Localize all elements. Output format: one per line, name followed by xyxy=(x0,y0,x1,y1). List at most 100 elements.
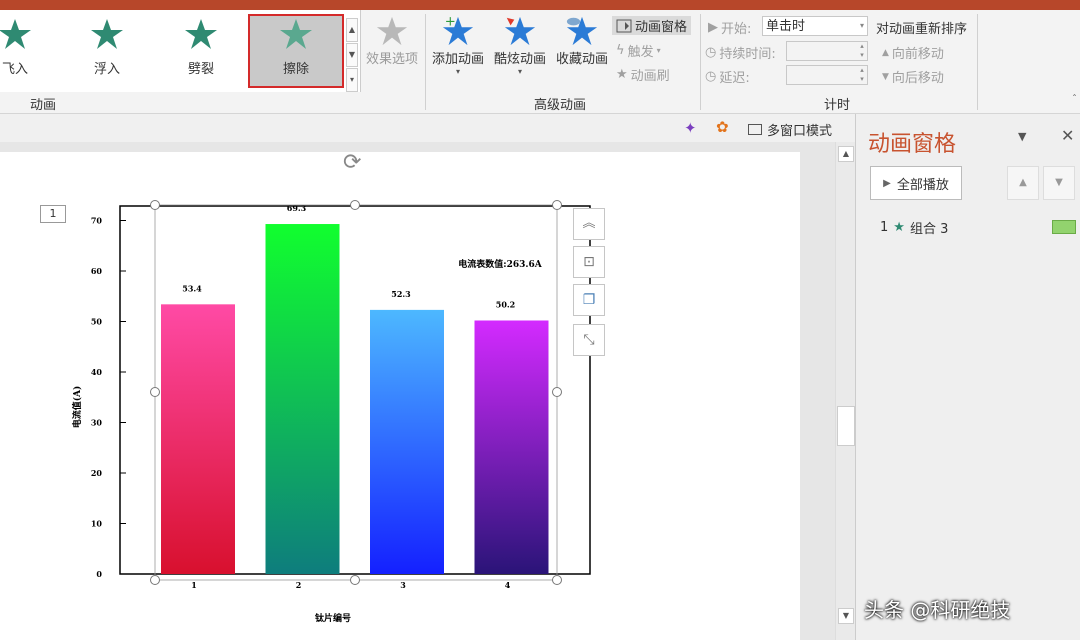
play-icon: ▶ xyxy=(883,177,891,189)
multiwindow-button[interactable]: 多窗口模式 xyxy=(748,120,832,139)
add-animation-icon: + xyxy=(442,14,474,46)
move-up-button[interactable]: ▲ xyxy=(1007,166,1039,200)
resize-handle[interactable] xyxy=(350,200,360,210)
dropdown-caret-icon: ▾ xyxy=(656,46,661,55)
x-tick-label: 2 xyxy=(296,580,302,590)
y-tick-label: 30 xyxy=(91,418,103,428)
scroll-up-icon[interactable]: ▲ xyxy=(838,146,854,162)
spinner-arrows-icon: ▴ ▾ xyxy=(860,66,864,83)
clock-icon: ◷ xyxy=(705,69,717,84)
resize-handle[interactable] xyxy=(150,575,160,585)
y-tick-label: 10 xyxy=(91,519,103,529)
start-select-value: 单击时 xyxy=(766,19,806,34)
animation-list-item[interactable]: 1 ★ 组合 3 xyxy=(880,218,948,237)
vertical-scrollbar[interactable]: ▲ ▼ xyxy=(835,142,856,640)
animation-pane-button[interactable]: 动画窗格 xyxy=(612,16,692,35)
cool-animation-button[interactable]: 酷炫动画 ▾ xyxy=(488,14,552,76)
scroll-thumb[interactable] xyxy=(837,406,855,446)
collapse-arrows-button[interactable]: ︽ xyxy=(573,208,605,240)
play-all-button[interactable]: ▶ 全部播放 xyxy=(870,166,962,200)
animation-gallery: 飞入 浮入 劈裂 擦除 ▲ ▼ ▾ xyxy=(0,10,361,92)
resize-handle[interactable] xyxy=(552,575,562,585)
resize-handle[interactable] xyxy=(150,200,160,210)
bar-chart[interactable]: 0 10 20 30 40 50 60 70 53.4 1 69.3 2 52.3 3 50.2 4 电流表… xyxy=(0,142,800,640)
target-icon: ⊡ xyxy=(583,254,595,270)
watermark: 头条 @科研绝技 xyxy=(864,598,1011,622)
gallery-item-wipe[interactable]: 擦除 xyxy=(248,14,344,88)
settings-flower-icon[interactable]: ✿ xyxy=(716,118,729,136)
animation-painter-button[interactable]: ★ 动画刷 xyxy=(616,65,670,84)
animation-pane: 动画窗格 ▼ ✕ ▶ 全部播放 ▲ ▼ 1 ★ 组合 3 xyxy=(855,114,1080,640)
bar-1[interactable] xyxy=(161,304,235,574)
animation-item-index: 1 xyxy=(880,220,889,235)
animation-pane-label: 动画窗格 xyxy=(635,20,688,35)
animation-pane-icon xyxy=(616,19,632,32)
move-later-label: 向后移动 xyxy=(891,71,944,86)
move-later-button[interactable]: ▼ 向后移动 xyxy=(882,67,944,86)
resize-handle[interactable] xyxy=(552,387,562,397)
view-toolbar: ✦ ✿ 多窗口模式 xyxy=(0,114,855,143)
title-bar-strip xyxy=(0,0,1080,10)
clock-icon: ◷ xyxy=(705,45,717,60)
play-icon: ▶ xyxy=(708,20,718,35)
gallery-item-fly-in[interactable]: 飞入 xyxy=(0,16,60,86)
animation-painter-icon: ★ xyxy=(616,67,628,82)
up-arrow-icon: ▲ xyxy=(882,47,889,58)
add-animation-label: 添加动画 xyxy=(431,52,484,67)
trigger-button[interactable]: ϟ 触发 ▾ xyxy=(616,41,661,60)
star-icon: ★ xyxy=(893,220,905,235)
animations-ribbon: 飞入 浮入 劈裂 擦除 ▲ ▼ ▾ 动画 效果选项 + 添加动画 ▾ 酷炫动画 xyxy=(0,10,1080,114)
gallery-item-split[interactable]: 劈裂 xyxy=(156,16,246,86)
bar-value-label: 52.3 xyxy=(391,289,411,299)
favorite-animation-label: 收藏动画 xyxy=(555,52,608,67)
resize-handle[interactable] xyxy=(350,575,360,585)
delay-field[interactable]: ▴ ▾ xyxy=(786,65,868,85)
add-animation-button[interactable]: + 添加动画 ▾ xyxy=(426,14,490,76)
start-select[interactable]: 单击时 ▾ xyxy=(762,16,868,36)
layers-icon: ❐ xyxy=(582,292,596,308)
arrange-button[interactable]: ❐ xyxy=(573,284,605,316)
gallery-item-label: 飞入 xyxy=(1,62,28,77)
fly-in-star-icon xyxy=(0,19,31,49)
x-tick-label: 1 xyxy=(191,580,197,590)
cool-animation-label: 酷炫动画 xyxy=(493,52,546,67)
close-icon[interactable]: ✕ xyxy=(1061,126,1074,145)
svg-text:+: + xyxy=(445,14,456,29)
collapse-ribbon-icon[interactable]: ˆ xyxy=(1072,94,1077,105)
resize-button[interactable]: ⤡ xyxy=(573,324,605,356)
scroll-down-icon[interactable]: ▼ xyxy=(838,608,854,624)
effect-options-button[interactable]: 效果选项 xyxy=(360,14,424,67)
rotate-handle-icon[interactable]: ⟳ xyxy=(343,150,361,175)
bar-value-label: 53.4 xyxy=(182,283,202,293)
gallery-item-label: 擦除 xyxy=(282,62,309,77)
magic-wand-icon[interactable]: ✦ xyxy=(684,119,697,137)
resize-handle[interactable] xyxy=(552,200,562,210)
gallery-expand[interactable]: ▾ xyxy=(346,68,358,92)
group-divider xyxy=(700,14,701,110)
gallery-scroll-up[interactable]: ▲ xyxy=(346,18,358,42)
favorite-animation-icon xyxy=(566,16,598,46)
bar-3[interactable] xyxy=(370,309,444,574)
duration-field[interactable]: ▴ ▾ xyxy=(786,41,868,61)
dropdown-caret-icon: ▾ xyxy=(455,67,460,76)
move-earlier-button[interactable]: ▲ 向前移动 xyxy=(882,43,944,62)
pane-menu-icon[interactable]: ▼ xyxy=(1018,130,1026,143)
move-down-button[interactable]: ▼ xyxy=(1043,166,1075,200)
delay-label-text: 延迟: xyxy=(719,71,750,86)
group-label-animation: 动画 xyxy=(30,98,57,113)
gallery-item-float-in[interactable]: 浮入 xyxy=(62,16,152,86)
bar-4[interactable] xyxy=(474,320,549,574)
down-arrow-icon: ▼ xyxy=(882,71,889,82)
lightning-icon: ϟ xyxy=(616,43,625,58)
resize-handle[interactable] xyxy=(150,387,160,397)
favorite-animation-button[interactable]: 收藏动画 xyxy=(550,14,614,67)
effect-star-icon xyxy=(376,16,408,46)
crop-button[interactable]: ⊡ xyxy=(573,246,605,278)
gallery-scroller: ▲ ▼ ▾ xyxy=(346,18,358,92)
effect-options-label: 效果选项 xyxy=(365,52,418,67)
gallery-scroll-down[interactable]: ▼ xyxy=(346,43,358,67)
animation-item-name: 组合 3 xyxy=(909,222,949,237)
chart-annotation: 电流表数值:263.6A xyxy=(458,258,543,270)
pane-title: 动画窗格 xyxy=(868,132,957,157)
bar-2[interactable] xyxy=(265,224,340,574)
